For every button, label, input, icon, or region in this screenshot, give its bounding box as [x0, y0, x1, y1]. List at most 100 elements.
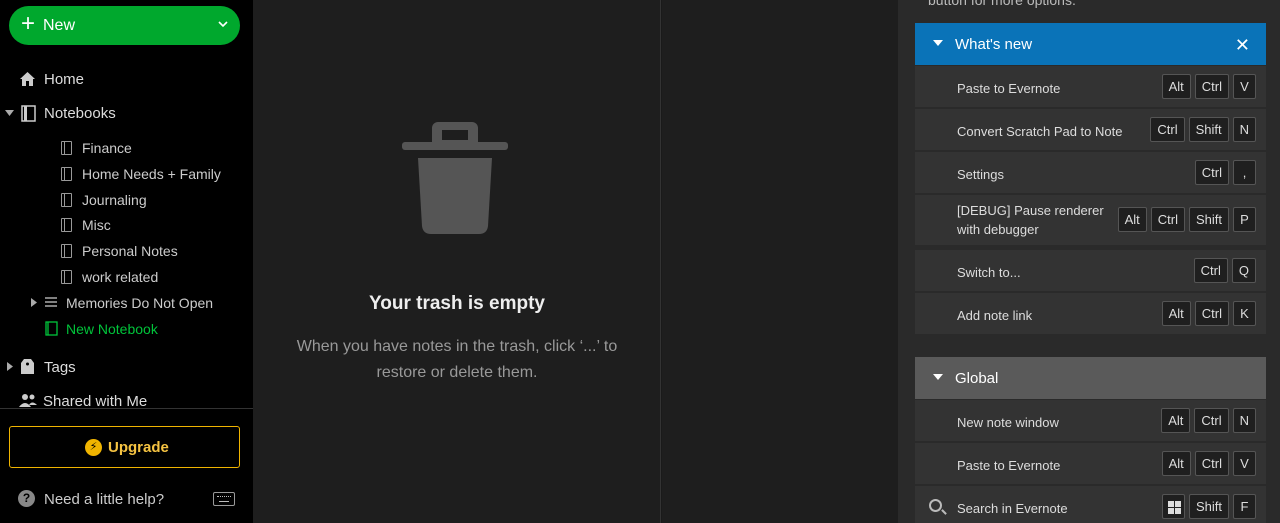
shortcut-label: Switch to...	[957, 265, 1021, 280]
shortcut-label: Paste to Evernote	[957, 81, 1061, 96]
shortcut-row: Convert Scratch Pad to Note Ctrl Shift N	[915, 109, 1266, 150]
key-cap: V	[1233, 451, 1256, 476]
key-cap: Shift	[1188, 494, 1229, 519]
help-label: Need a little help?	[44, 491, 165, 508]
key-cap: ,	[1233, 160, 1256, 185]
shortcut-keys: Ctrl Q	[1193, 258, 1256, 283]
notebook-item[interactable]: work related	[0, 266, 253, 288]
key-cap: N	[1232, 117, 1256, 142]
key-cap: Ctrl	[1194, 451, 1229, 476]
key-cap: Alt	[1161, 301, 1191, 326]
notebook-icon	[61, 244, 72, 258]
new-button-label: New	[43, 17, 76, 34]
sidebar-item-tags[interactable]: Tags	[0, 355, 253, 379]
empty-trash-title: Your trash is empty	[369, 293, 545, 314]
shortcut-row: [DEBUG] Pause renderer with debugger Alt…	[915, 195, 1266, 245]
upgrade-button[interactable]: ⚡ Upgrade	[9, 426, 240, 468]
key-cap: V	[1233, 74, 1256, 99]
key-cap: Ctrl	[1193, 258, 1228, 283]
notebook-icon	[61, 167, 72, 181]
new-notebook-link[interactable]: New Notebook	[0, 318, 253, 340]
notebook-item[interactable]: Misc	[0, 214, 253, 236]
shortcut-label: Paste to Evernote	[957, 458, 1061, 473]
key-cap: Alt	[1117, 207, 1147, 232]
notebook-item[interactable]: Home Needs + Family	[0, 163, 253, 185]
close-icon[interactable]: ✕	[1235, 35, 1250, 56]
notebook-label: Finance	[82, 140, 132, 156]
key-cap: Ctrl	[1194, 160, 1229, 185]
keyboard-icon[interactable]	[213, 492, 235, 506]
shortcuts-panel: button for more options. What's new ✕ Pa…	[898, 0, 1280, 523]
shortcut-row: Paste to Evernote Alt Ctrl V	[915, 443, 1266, 484]
sidebar-item-label: Shared with Me	[43, 393, 148, 408]
key-cap: Ctrl	[1194, 301, 1229, 326]
trash-view: Your trash is empty When you have notes …	[253, 0, 661, 523]
section-whats-new[interactable]: What's new ✕	[915, 23, 1266, 65]
caret-down-icon[interactable]	[5, 110, 14, 116]
sidebar-item-label: Home	[44, 71, 85, 88]
notebook-icon	[61, 193, 72, 207]
shortcut-row: Paste to Evernote Alt Ctrl V	[915, 66, 1266, 107]
caret-right-icon[interactable]	[7, 362, 13, 371]
sidebar-item-home[interactable]: Home	[0, 67, 253, 91]
key-cap: F	[1233, 494, 1256, 519]
help-icon: ?	[18, 490, 35, 507]
shortcut-row: New note window Alt Ctrl N	[915, 400, 1266, 441]
caret-down-icon	[933, 40, 943, 46]
sidebar-item-shared[interactable]: Shared with Me	[0, 389, 253, 408]
notebook-icon	[61, 218, 72, 232]
shortcut-keys: Alt Ctrl N	[1161, 408, 1256, 433]
key-cap: Shift	[1188, 117, 1229, 142]
sidebar-item-notebooks[interactable]: Notebooks	[0, 101, 253, 125]
empty-trash-description: When you have notes in the trash, click …	[296, 338, 618, 381]
shortcut-keys: Alt Ctrl K	[1161, 301, 1256, 326]
panel-hint-text: button for more options.	[928, 0, 1076, 8]
plus-icon: +	[21, 10, 36, 37]
caret-down-icon	[933, 374, 943, 380]
caret-right-icon[interactable]	[31, 298, 37, 307]
key-cap: N	[1232, 408, 1256, 433]
notebook-label: Misc	[82, 217, 111, 233]
upgrade-label: Upgrade	[108, 439, 169, 456]
stack-label: Memories Do Not Open	[66, 295, 214, 311]
key-cap: Ctrl	[1194, 74, 1229, 99]
shortcut-keys: Alt Ctrl Shift P	[1117, 207, 1256, 232]
section-title: What's new	[955, 36, 1033, 53]
section-global[interactable]: Global	[915, 357, 1266, 399]
notebook-item[interactable]: Journaling	[0, 189, 253, 211]
note-area	[662, 0, 898, 523]
key-cap: Ctrl	[1150, 117, 1185, 142]
shortcut-label: Search in Evernote	[957, 501, 1068, 516]
sidebar-item-label: Notebooks	[44, 105, 116, 122]
shortcut-row: Switch to... Ctrl Q	[915, 250, 1266, 291]
windows-key-icon	[1161, 494, 1185, 519]
notebook-label: Personal Notes	[82, 243, 178, 259]
notebook-label: Journaling	[82, 192, 147, 208]
shortcut-row: Search in Evernote Shift F	[915, 486, 1266, 523]
new-notebook-icon	[45, 321, 58, 336]
section-title: Global	[955, 370, 999, 387]
key-cap: Alt	[1161, 408, 1191, 433]
shortcut-label: Add note link	[957, 308, 1033, 323]
shortcut-keys: Shift F	[1161, 494, 1256, 519]
lightning-icon: ⚡	[85, 439, 102, 456]
chevron-down-icon[interactable]	[218, 19, 228, 29]
shortcut-label: Convert Scratch Pad to Note	[957, 124, 1123, 139]
sidebar: + New Home Notebooks Finance Home Needs …	[0, 0, 253, 523]
home-icon	[20, 72, 35, 86]
shortcut-label: New note window	[957, 415, 1059, 430]
notebook-stack-item[interactable]: Memories Do Not Open	[0, 292, 253, 314]
shortcut-keys: Ctrl ,	[1194, 160, 1256, 185]
key-cap: Q	[1231, 258, 1256, 283]
trash-icon	[402, 122, 508, 234]
key-cap: P	[1233, 207, 1256, 232]
shortcut-keys: Alt Ctrl V	[1161, 74, 1256, 99]
notebook-item[interactable]: Personal Notes	[0, 240, 253, 262]
key-cap: Ctrl	[1194, 408, 1229, 433]
notebook-item[interactable]: Finance	[0, 137, 253, 159]
new-button[interactable]: + New	[9, 6, 240, 45]
tag-icon	[21, 359, 34, 374]
shortcut-row: Settings Ctrl ,	[915, 152, 1266, 193]
key-cap: Ctrl	[1150, 207, 1185, 232]
shortcut-label: [DEBUG] Pause renderer with debugger	[957, 203, 1104, 237]
